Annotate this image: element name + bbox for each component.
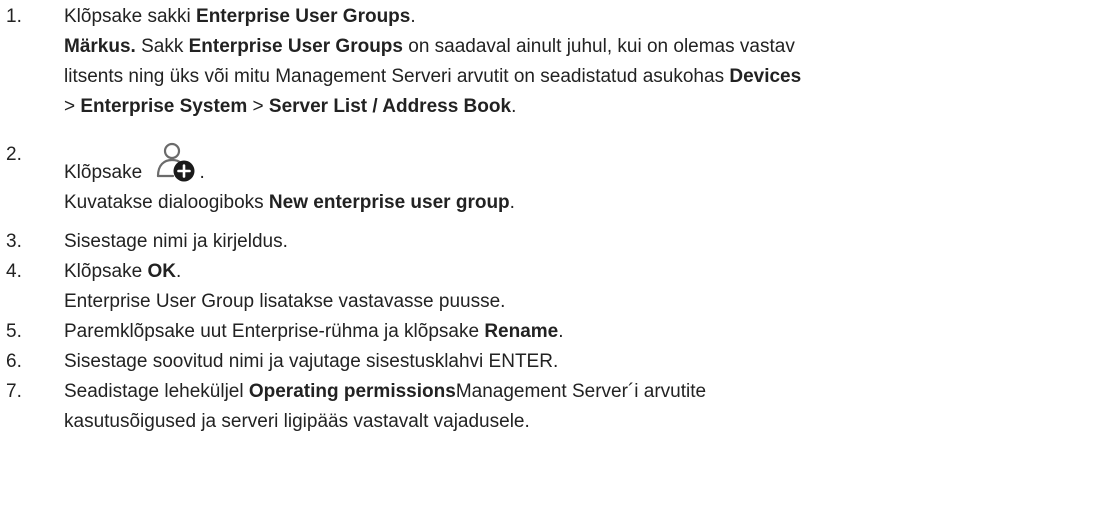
ui-term: Enterprise User Groups (188, 36, 403, 57)
instruction-list: 1. Klõpsake sakki Enterprise User Groups… (0, 0, 1097, 506)
step-text: Sisestage soovitud nimi ja vajutage sise… (64, 351, 559, 372)
step-body: Paremklõpsake uut Enterprise-rühma ja kl… (64, 317, 1097, 347)
step-body: Klõpsake OK. Enterprise User Group lisat… (64, 257, 1097, 317)
ui-term: New enterprise user group (268, 192, 510, 213)
step-number: 3. (6, 231, 22, 252)
step-line: Klõpsake OK. (64, 257, 1097, 287)
step-number: 2. (6, 144, 22, 165)
ui-term: Operating permissions (248, 381, 456, 402)
step-text: litsents ning üks või mitu Management Se… (64, 66, 730, 87)
step-line: Klõpsake sakki Enterprise User Groups. (64, 2, 1097, 32)
step-text: Kuvatakse dialoogiboks (64, 192, 269, 213)
step-text: Klõpsake (64, 162, 148, 183)
ui-term: OK (147, 261, 176, 282)
note-label: Märkus. (64, 36, 136, 57)
step-line: Klõpsake . (64, 140, 1097, 188)
ui-term: Enterprise User Groups (196, 6, 411, 27)
ui-term: Rename (484, 321, 559, 342)
step-number: 6. (6, 351, 22, 372)
step-text: . (175, 261, 182, 282)
step-number: 4. (6, 261, 22, 282)
step-line: kasutusõigused ja serveri ligipääs vasta… (64, 407, 1097, 437)
step-text: Klõpsake sakki (64, 6, 197, 27)
step-body: Klõpsake sakki Enterprise User Groups. M… (64, 2, 1097, 122)
step-text: kasutusõigused ja serveri ligipääs vasta… (64, 411, 530, 432)
step-line: > Enterprise System > Server List / Addr… (64, 92, 1097, 122)
step-text: . (509, 192, 515, 213)
step-text: Klõpsake (64, 261, 148, 282)
step-text: Sisestage nimi ja kirjeldus. (64, 231, 288, 252)
step-number: 1. (6, 6, 22, 27)
step-line: Märkus. Sakk Enterprise User Groups on s… (64, 32, 1097, 62)
step-body: Sisestage soovitud nimi ja vajutage sise… (64, 347, 1097, 377)
step-text: Seadistage leheküljel (64, 381, 249, 402)
step-body: Sisestage nimi ja kirjeldus. (64, 227, 1097, 257)
step-text: . (199, 162, 205, 183)
step-text: > (247, 96, 269, 117)
step-line: litsents ning üks või mitu Management Se… (64, 62, 1097, 92)
step-text: . (410, 6, 416, 27)
step-number: 5. (6, 321, 22, 342)
add-user-group-icon (155, 140, 199, 184)
step-text: . (511, 96, 517, 117)
ui-term: Enterprise System (80, 96, 248, 117)
step-line: Enterprise User Group lisatakse vastavas… (64, 287, 1097, 317)
step-line: Sisestage soovitud nimi ja vajutage sise… (64, 347, 1097, 377)
step-text: > (64, 96, 81, 117)
step-line: Seadistage leheküljel Operating permissi… (64, 377, 1097, 407)
step-text: . (558, 321, 564, 342)
step-body: Klõpsake . Kuvatakse dialoogiboks New en… (64, 140, 1097, 218)
step-line: Kuvatakse dialoogiboks New enterprise us… (64, 188, 1097, 218)
step-text: Paremklõpsake uut Enterprise-rühma ja kl… (64, 321, 485, 342)
step-line: Paremklõpsake uut Enterprise-rühma ja kl… (64, 317, 1097, 347)
step-text: on saadaval ainult juhul, kui on olemas … (402, 36, 795, 57)
step-number: 7. (6, 381, 22, 402)
step-text: Enterprise User Group lisatakse vastavas… (64, 291, 506, 312)
step-text: Sakk (135, 36, 189, 57)
step-body: Seadistage leheküljel Operating permissi… (64, 377, 1097, 437)
step-line: Sisestage nimi ja kirjeldus. (64, 227, 1097, 257)
ui-term: Server List / Address Book (268, 96, 512, 117)
step-text: Management Server´i arvutite (455, 381, 707, 402)
ui-term: Devices (729, 66, 802, 87)
